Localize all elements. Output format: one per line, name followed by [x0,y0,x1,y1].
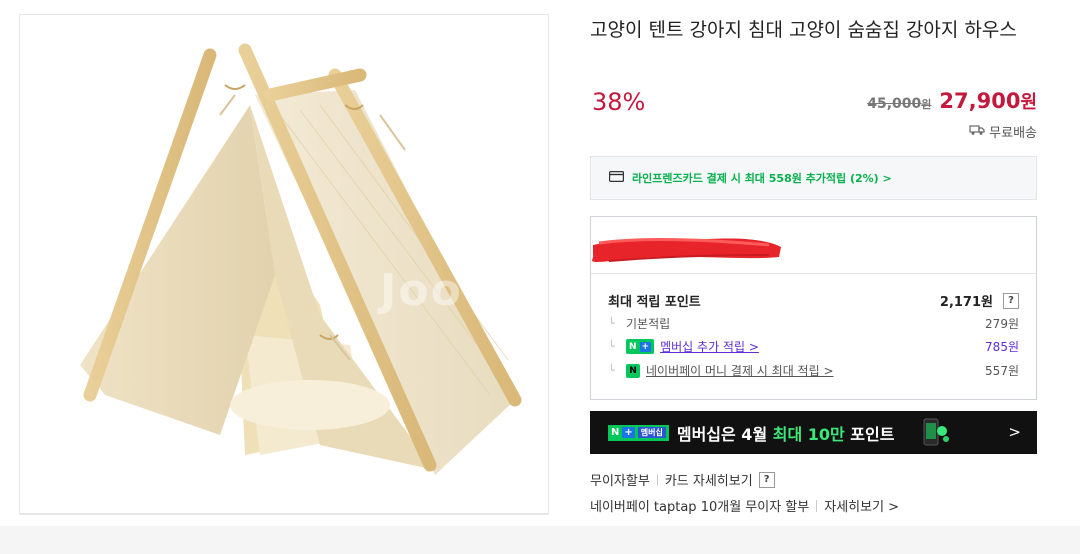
points-row-naverpay: └ N 네이버페이 머니 결제 시 최대 적립 > 557원 [608,362,1019,379]
divider [816,499,818,512]
max-points-label: 최대 적립 포인트 [608,295,701,310]
truck-icon [969,124,985,140]
card-details-link[interactable]: 카드 자세히보기 [665,470,753,489]
installment-label: 무이자할부 [590,474,650,489]
membership-banner[interactable]: N + 멤버십 멤버십은 4월 최대 10만 포인트 > [590,411,1037,454]
max-points-row: 최대 적립 포인트 2,171원 ? [608,291,1019,310]
max-points-value: 2,171원 [939,295,993,310]
tent-illustration [80,43,522,475]
image-divider [19,514,549,515]
product-image[interactable]: Joo [19,14,549,514]
points-box: 최대 적립 포인트 2,171원 ? └ 기본적립 279원 └ N + 멤버십… [590,216,1037,400]
naverpay-details-link[interactable]: 자세히보기 > [824,496,899,515]
naverpay-points-value: 557원 [985,364,1019,378]
card-promo-banner[interactable]: 라인프렌즈카드 결제 시 최대 558원 추가적립 (2%) > [590,156,1037,200]
basic-points-label: 기본적립 [626,317,671,331]
tree-elbow-icon: └ [608,317,615,330]
image-watermark: Joo [380,265,463,316]
membership-badge: N + 멤버십 [608,424,669,441]
bottom-strip [0,526,1080,554]
naverpay-points-link[interactable]: 네이버페이 머니 결제 시 최대 적립 > [646,362,834,379]
price-box: 45,000원 27,900원 [867,88,1037,114]
naverpay-installment-row: 네이버페이 taptap 10개월 무이자 할부 자세히보기 > [590,496,899,515]
points-row-membership: └ N + 멤버십 추가 적립 > 785원 [608,338,1019,355]
card-promo-text: 라인프렌즈카드 결제 시 최대 558원 추가적립 (2%) > [632,172,892,185]
installment-help-button[interactable]: ? [758,471,775,488]
divider [656,473,658,486]
membership-points-value: 785원 [985,340,1019,354]
basic-points-value: 279원 [985,317,1019,331]
product-card: Joo 고양이 텐트 강아지 침대 고양이 숨숨집 강아지 하우스 38% 45… [0,0,1080,526]
credit-card-icon [609,171,625,185]
naver-plus-icon: N + [626,339,655,354]
banner-chevron-icon: > [1008,423,1021,441]
shipping-info: 무료배송 [969,122,1037,141]
redacted-scribble [592,237,781,262]
points-row-basic: └ 기본적립 279원 [608,315,1019,332]
points-help-button[interactable]: ? [1003,292,1019,309]
tree-elbow-icon: └ [608,364,615,377]
product-title: 고양이 텐트 강아지 침대 고양이 숨숨집 강아지 하우스 [590,19,1017,41]
installment-row: 무이자할부 카드 자세히보기 ? [590,470,775,489]
naverpay-icon: N [626,363,640,378]
phone-coin-icon [923,418,949,446]
banner-text: 멤버십은 4월 최대 10만 포인트 [676,424,895,444]
naverpay-installment-label: 네이버페이 taptap 10개월 무이자 할부 [590,500,810,515]
sale-price: 27,900원 [939,89,1037,113]
membership-points-link[interactable]: 멤버십 추가 적립 > [660,338,759,355]
original-price: 45,000원 [867,96,932,112]
discount-rate: 38% [592,88,646,116]
page: Joo 고양이 텐트 강아지 침대 고양이 숨숨집 강아지 하우스 38% 45… [0,0,1080,554]
tree-elbow-icon: └ [608,340,615,353]
shipping-label: 무료배송 [989,126,1037,141]
points-divider [591,273,1036,274]
